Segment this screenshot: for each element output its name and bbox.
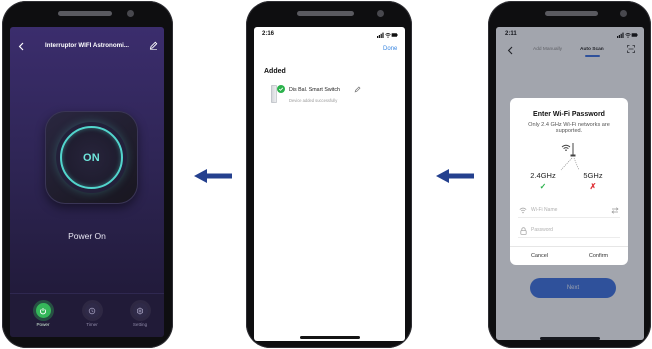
device-title: Interruptor WIFI Astronomi... <box>45 42 129 49</box>
added-device-row[interactable]: Dis Bal. Smart Switch Device added succe… <box>268 83 392 109</box>
phone-1: Interruptor WIFI Astronomi... ON Power O… <box>2 1 173 348</box>
dialog-subtitle: Only 2.4 GHz Wi-Fi networks are supporte… <box>528 122 610 135</box>
instruction-strip: Interruptor WIFI Astronomi... ON Power O… <box>0 0 652 349</box>
check-icon: ✓ <box>539 182 547 191</box>
section-title: Added <box>264 68 286 75</box>
bottom-tab-bar: Power Timer Setting <box>10 293 164 337</box>
home-indicator[interactable] <box>300 336 360 339</box>
power-toggle-button[interactable]: ON <box>45 111 138 204</box>
power-icon <box>35 303 51 318</box>
wifi-icon <box>519 207 527 214</box>
power-status-text: Power On <box>68 231 106 241</box>
signal-icon <box>377 32 384 38</box>
tab-power[interactable]: Power <box>28 294 58 334</box>
dialog-title: Enter Wi-Fi Password <box>533 111 605 118</box>
tab-timer-label: Timer <box>86 322 98 327</box>
device-name: Dis Bal. Smart Switch <box>289 87 340 93</box>
pencil-icon[interactable] <box>354 86 361 93</box>
arrow-left-icon <box>194 169 232 183</box>
tab-power-label: Power <box>36 322 50 327</box>
band-24ghz-label: 2.4GHz <box>530 171 556 180</box>
cancel-button[interactable]: Cancel <box>510 247 569 265</box>
band-5ghz-label: 5GHz <box>583 171 603 180</box>
gear-icon <box>132 303 148 318</box>
switch-control-screen: Interruptor WIFI Astronomi... ON Power O… <box>10 27 164 337</box>
tab-setting-label: Setting <box>132 322 148 327</box>
cross-icon: ✗ <box>589 182 597 191</box>
password-input[interactable]: Password <box>518 224 620 238</box>
chevron-left-icon[interactable] <box>18 42 25 51</box>
wifi-icon <box>385 33 391 38</box>
status-time: 2:16 <box>262 31 275 37</box>
router-icon <box>560 143 580 171</box>
phone-3: 2:11 Add Manually Auto Scan Next Enter W… <box>488 1 651 348</box>
front-camera <box>620 10 627 17</box>
lock-icon <box>519 226 527 235</box>
device-added-screen: 2:16 Done Added Dis Bal. Smart Switch De… <box>254 27 405 341</box>
front-camera <box>127 10 134 17</box>
tab-setting[interactable]: Setting <box>125 294 155 334</box>
status-icons <box>377 32 398 38</box>
wifi-name-input[interactable]: Wi-Fi Name <box>518 204 620 218</box>
tab-timer[interactable]: Timer <box>77 294 107 334</box>
check-circle-icon <box>277 85 285 93</box>
timer-icon <box>84 303 100 318</box>
done-button[interactable]: Done <box>383 46 397 52</box>
wifi-password-dialog: Enter Wi-Fi Password Only 2.4 GHz Wi-Fi … <box>510 98 628 265</box>
speaker-grille <box>545 11 598 16</box>
power-state-label: ON <box>82 151 101 164</box>
device-status-text: Device added successfully <box>289 98 338 103</box>
battery-icon <box>391 33 398 37</box>
pencil-icon[interactable] <box>149 41 158 50</box>
phone-2: 2:16 Done Added Dis Bal. Smart Switch De… <box>246 1 412 348</box>
speaker-grille <box>297 11 354 16</box>
speaker-grille <box>58 11 112 16</box>
arrow-left-icon <box>436 169 474 183</box>
front-camera <box>377 10 384 17</box>
add-device-screen: 2:11 Add Manually Auto Scan Next Enter W… <box>496 27 644 340</box>
confirm-button[interactable]: Confirm <box>569 247 628 265</box>
switch-network-icon[interactable] <box>611 207 619 214</box>
power-ring: ON <box>60 126 123 189</box>
wifi-name-placeholder: Wi-Fi Name <box>531 207 558 213</box>
password-placeholder: Password <box>531 227 553 233</box>
